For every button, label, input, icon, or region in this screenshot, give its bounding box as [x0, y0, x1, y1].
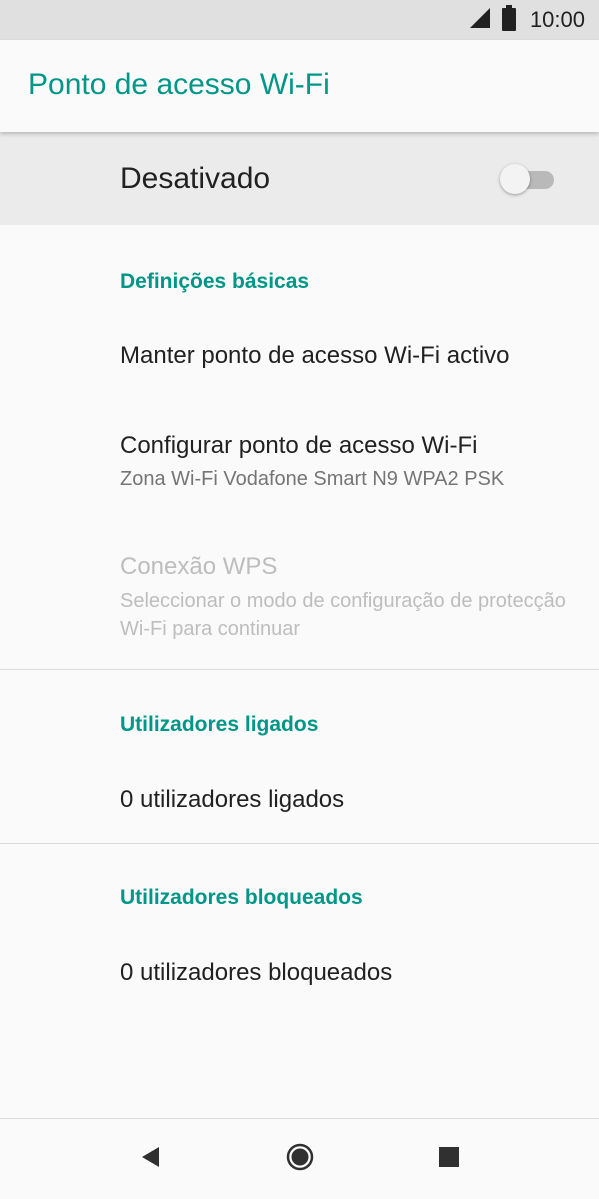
home-icon [286, 1143, 314, 1176]
master-switch-label: Desativado [120, 162, 271, 195]
status-time: 10:00 [529, 7, 585, 32]
section-header-basic: Definições básicas [120, 270, 310, 293]
pref-configure-title: Configurar ponto de acesso Wi-Fi [120, 432, 478, 459]
back-button[interactable] [134, 1143, 166, 1175]
hotspot-toggle[interactable] [500, 163, 556, 195]
section-header-blocked: Utilizadores bloqueados [120, 886, 363, 909]
pref-wps-title: Conexão WPS [120, 553, 278, 580]
blocked-users-count: 0 utilizadores bloqueados [120, 959, 393, 986]
battery-icon [501, 4, 516, 36]
app-bar: Ponto de acesso Wi-Fi [0, 40, 599, 132]
page-title: Ponto de acesso Wi-Fi [28, 68, 330, 101]
home-button[interactable] [284, 1143, 316, 1175]
recents-button[interactable] [433, 1143, 465, 1175]
status-icons: 10:00 [468, 0, 585, 40]
pref-keep-active-title: Manter ponto de acesso Wi-Fi activo [120, 342, 510, 369]
status-bar: 10:00 [0, 0, 599, 40]
pref-configure-summary: Zona Wi-Fi Vodafone Smart N9 WPA2 PSK [120, 468, 505, 490]
recents-icon [438, 1146, 460, 1173]
pref-wps-summary: Seleccionar o modo de configuração de pr… [120, 590, 566, 640]
toggle-thumb [500, 164, 530, 194]
master-switch-row[interactable]: Desativado [0, 132, 599, 225]
section-header-connected: Utilizadores ligados [120, 713, 319, 736]
back-icon [139, 1145, 161, 1174]
divider [0, 669, 599, 670]
divider [0, 843, 599, 844]
signal-icon [468, 6, 492, 35]
connected-users-count: 0 utilizadores ligados [120, 786, 345, 813]
navigation-bar [0, 1118, 599, 1199]
